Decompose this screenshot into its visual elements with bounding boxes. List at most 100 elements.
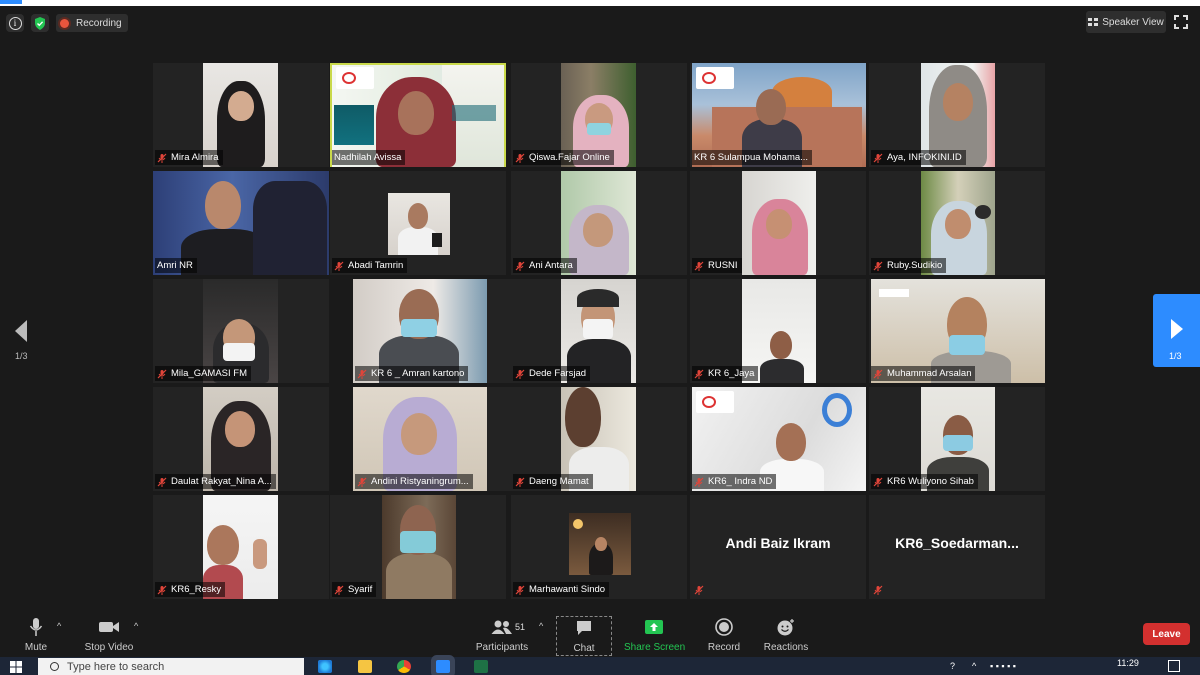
reactions-button[interactable]: Reactions bbox=[762, 616, 810, 656]
gallery-grid: Mira Almira Nadhilah Avissa Qiswa.Fajar … bbox=[153, 63, 1049, 599]
share-screen-button[interactable]: Share Screen bbox=[624, 616, 685, 656]
muted-mic-icon bbox=[157, 477, 167, 487]
participant-tile[interactable]: Ani Antara bbox=[511, 171, 687, 275]
page-indicator-right: 1/3 bbox=[1169, 351, 1182, 361]
chat-bubble-icon bbox=[577, 621, 591, 635]
search-placeholder: Type here to search bbox=[67, 660, 165, 673]
ojk-logo bbox=[336, 67, 374, 89]
participant-tile[interactable]: Syarif bbox=[330, 495, 506, 599]
muted-mic-icon bbox=[873, 477, 883, 487]
participant-name-tag: Mila_GAMASI FM bbox=[155, 366, 252, 381]
recording-dot-icon bbox=[60, 18, 69, 28]
search-icon bbox=[50, 662, 59, 671]
stop-video-button[interactable]: Stop Video bbox=[82, 616, 136, 656]
next-page-button[interactable]: 1/3 bbox=[1153, 294, 1200, 367]
muted-mic-icon bbox=[694, 477, 704, 487]
muted-mic-icon bbox=[357, 477, 367, 487]
excel-app-icon[interactable] bbox=[474, 660, 488, 673]
muted-mic-icon bbox=[515, 153, 525, 163]
participant-tile-active-speaker[interactable]: Nadhilah Avissa bbox=[330, 63, 506, 167]
participant-tile[interactable]: KR 6 _ Amran kartono bbox=[353, 279, 529, 383]
participants-options-caret[interactable]: ^ bbox=[539, 621, 547, 631]
muted-mic-icon bbox=[515, 369, 525, 379]
participant-tile[interactable]: Amri NR bbox=[153, 171, 329, 275]
video-options-caret[interactable]: ^ bbox=[134, 621, 142, 631]
participant-tile[interactable]: Aya, INFOKINI.ID bbox=[869, 63, 1045, 167]
participant-name-tag bbox=[871, 582, 891, 597]
participant-tile[interactable]: RUSNI bbox=[690, 171, 866, 275]
participant-tile-video-off[interactable]: KR6_Soedarman... bbox=[869, 495, 1045, 599]
participant-tile[interactable]: Ruby.Sudikio bbox=[869, 171, 1045, 275]
ojk-logo bbox=[696, 391, 734, 413]
participant-tile[interactable]: Daeng Mamat bbox=[511, 387, 687, 491]
participant-name-tag: Daeng Mamat bbox=[513, 474, 593, 489]
muted-mic-icon bbox=[694, 261, 704, 271]
smiley-plus-icon bbox=[777, 619, 794, 636]
participant-name-tag: Dede Farsjad bbox=[513, 366, 591, 381]
participant-tile[interactable]: KR 6 Sulampua Mohama... bbox=[690, 63, 866, 167]
taskbar-clock[interactable]: 11:29 bbox=[1117, 658, 1139, 668]
participant-tile[interactable]: Abadi Tamrin bbox=[330, 171, 506, 275]
participants-label: Participants bbox=[475, 642, 529, 653]
muted-mic-icon bbox=[694, 585, 704, 595]
edge-browser-icon[interactable] bbox=[318, 660, 332, 673]
participant-name-tag: Aya, INFOKINI.ID bbox=[871, 150, 966, 165]
stop-video-label: Stop Video bbox=[84, 642, 134, 653]
muted-mic-icon bbox=[515, 477, 525, 487]
windows-start-icon[interactable] bbox=[10, 661, 22, 673]
participant-name-tag bbox=[692, 582, 712, 597]
leave-button[interactable]: Leave bbox=[1143, 623, 1190, 645]
chat-button[interactable]: Chat bbox=[556, 616, 612, 656]
previous-page-button[interactable]: 1/3 bbox=[12, 318, 32, 368]
muted-mic-icon bbox=[157, 585, 167, 595]
video-camera-icon bbox=[99, 622, 119, 632]
muted-mic-icon bbox=[157, 369, 167, 379]
participant-tile[interactable]: Mira Almira bbox=[153, 63, 329, 167]
mute-button[interactable]: Mute bbox=[18, 616, 54, 656]
reactions-label: Reactions bbox=[763, 642, 809, 653]
participant-tile[interactable]: Dede Farsjad bbox=[511, 279, 687, 383]
record-button[interactable]: Record bbox=[704, 616, 744, 656]
zoom-app-icon[interactable] bbox=[436, 660, 450, 673]
participant-name-tag: Andini Ristyaningrum... bbox=[355, 474, 473, 489]
participant-tile[interactable]: Andini Ristyaningrum... bbox=[353, 387, 529, 491]
chevron-right-icon bbox=[1171, 319, 1183, 339]
participant-tile[interactable]: Daulat Rakyat_Nina A... bbox=[153, 387, 329, 491]
participant-tile[interactable]: KR6_ Indra ND bbox=[690, 387, 866, 491]
help-icon[interactable]: ? bbox=[950, 661, 955, 671]
participant-name-tag: Muhammad Arsalan bbox=[871, 366, 976, 381]
recording-indicator[interactable]: Recording bbox=[56, 14, 128, 32]
participant-tile[interactable]: KR6 Wuliyono Sihab bbox=[869, 387, 1045, 491]
audio-options-caret[interactable]: ^ bbox=[57, 621, 65, 631]
meeting-info-icon[interactable]: i bbox=[6, 14, 24, 32]
fullscreen-icon[interactable] bbox=[1174, 15, 1188, 29]
muted-mic-icon bbox=[873, 261, 883, 271]
participant-tile[interactable]: Muhammad Arsalan bbox=[869, 279, 1045, 383]
chevron-up-icon[interactable]: ^ bbox=[972, 661, 976, 671]
participant-tile[interactable]: Qiswa.Fajar Online bbox=[511, 63, 687, 167]
chrome-browser-icon[interactable] bbox=[397, 660, 411, 673]
participant-name-tag: KR6_ Indra ND bbox=[692, 474, 777, 489]
participant-tile[interactable]: Mila_GAMASI FM bbox=[153, 279, 329, 383]
muted-mic-icon bbox=[515, 585, 525, 595]
meeting-controls-bar: Mute ^ Stop Video ^ Participants 51 ^ Ch… bbox=[0, 611, 1200, 657]
participant-name-tag: KR 6 _ Amran kartono bbox=[355, 366, 469, 381]
participants-count: 51 bbox=[515, 622, 526, 632]
tray-app-icons[interactable]: ▪ ▪ ▪ ▪ ▪ bbox=[990, 661, 1016, 671]
participant-tile[interactable]: KR6_Resky bbox=[153, 495, 329, 599]
file-explorer-icon[interactable] bbox=[358, 660, 372, 673]
share-screen-icon bbox=[645, 620, 663, 634]
windows-taskbar: Type here to search ? ^ ▪ ▪ ▪ ▪ ▪ 11:29 bbox=[0, 657, 1200, 675]
muted-mic-icon bbox=[873, 369, 883, 379]
participant-tile-video-off[interactable]: Andi Baiz Ikram bbox=[690, 495, 866, 599]
encryption-shield-icon[interactable] bbox=[31, 14, 49, 32]
notification-center-icon[interactable] bbox=[1168, 660, 1180, 672]
participant-tile[interactable]: Marhawanti Sindo bbox=[511, 495, 687, 599]
participant-video bbox=[569, 513, 631, 575]
participant-name-tag: Abadi Tamrin bbox=[332, 258, 408, 273]
participant-video bbox=[382, 495, 456, 599]
participant-name-tag: KR 6 Sulampua Mohama... bbox=[692, 150, 813, 165]
taskbar-search-input[interactable]: Type here to search bbox=[38, 658, 304, 675]
speaker-view-button[interactable]: Speaker View bbox=[1086, 11, 1166, 33]
participant-tile[interactable]: KR 6_Jaya bbox=[690, 279, 866, 383]
